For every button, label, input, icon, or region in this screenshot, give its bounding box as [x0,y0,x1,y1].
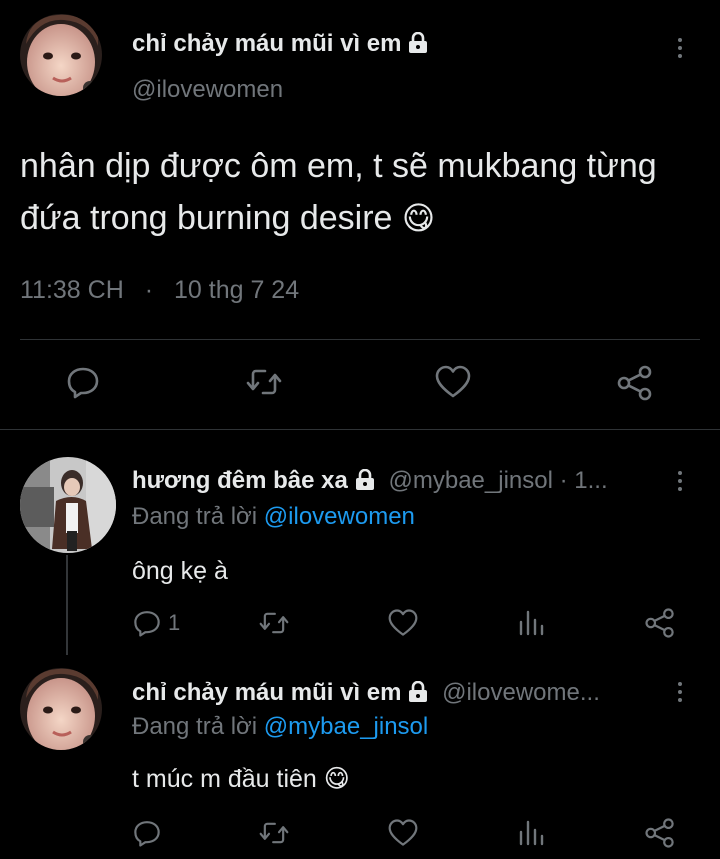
divider [0,429,720,430]
thread-line [66,555,68,655]
replying-to: Đang trả lời @mybae_jinsol [132,713,428,741]
reply-header: hương đêm bâe xa @mybae_jinsol · 1... [132,467,608,495]
divider [20,339,700,340]
reply-count: 1 [168,610,181,635]
heart-icon[interactable] [434,364,472,400]
tweet-timestamp: 11:38 CH · 10 thg 7 24 [20,276,299,305]
replying-to-handle[interactable]: @mybae_jinsol [264,713,428,740]
tweet-text: nhân dịp được ôm em, t sẽ mukbang từng đ… [20,140,710,244]
reply-author-name[interactable]: chỉ chảy máu mũi vì em [132,679,401,706]
yum-emoji: 😋 [323,765,350,793]
reply-author-avatar[interactable] [20,457,116,553]
more-vertical-icon[interactable] [678,471,682,495]
reply-author-avatar[interactable] [20,668,102,750]
reply-header: chỉ chảy máu mũi vì em @ilovewome... [132,679,600,707]
tweet-time: 11:38 CH [20,276,124,304]
lock-icon [354,469,376,491]
replying-to-handle[interactable]: @ilovewomen [264,503,415,530]
avatar-photo [20,14,102,96]
avatar-photo [20,457,116,553]
lock-icon [407,32,429,54]
retweet-icon[interactable] [258,818,290,848]
share-icon[interactable] [616,364,654,402]
reply-body: ông kẹ à [132,557,228,585]
replying-to: Đang trả lời @ilovewomen [132,503,415,531]
replying-prefix: Đang trả lời [132,713,258,740]
dot-separator: · [144,276,154,304]
avatar-photo [20,668,102,750]
reply-text: ông kẹ à [132,557,228,586]
reply-icon[interactable] [65,364,101,400]
author-name-text: chỉ chảy máu mũi vì em [132,30,402,57]
lock-icon [407,681,429,703]
tweet-date: 10 thg 7 24 [174,276,300,304]
reply-body: t múc m đầu tiên [132,765,317,793]
reply-text: t múc m đầu tiên 😋 [132,764,350,794]
reply-icon[interactable] [132,818,162,848]
more-vertical-icon[interactable] [678,682,682,706]
yum-emoji: 😋 [401,200,436,236]
reply-author-name[interactable]: hương đêm bâe xa [132,467,348,494]
tweet-body: nhân dịp được ôm em, t sẽ mukbang từng đ… [20,147,657,237]
share-icon[interactable] [644,607,676,639]
reply-handle-meta[interactable]: @ilovewome... [442,679,600,706]
retweet-icon[interactable] [245,364,283,400]
views-icon[interactable] [517,818,545,848]
author-display-name[interactable]: chỉ chảy máu mũi vì em [132,30,429,58]
author-handle[interactable]: @ilovewomen [132,76,283,104]
heart-icon[interactable] [387,818,419,848]
heart-icon[interactable] [387,608,419,638]
retweet-icon[interactable] [258,608,290,638]
replying-prefix: Đang trả lời [132,503,258,530]
share-icon[interactable] [644,817,676,849]
more-vertical-icon[interactable] [678,38,682,62]
reply-icon[interactable]: 1 [132,608,180,638]
author-avatar[interactable] [20,14,102,96]
views-icon[interactable] [517,608,545,638]
reply-handle-meta[interactable]: @mybae_jinsol · 1... [389,467,608,494]
